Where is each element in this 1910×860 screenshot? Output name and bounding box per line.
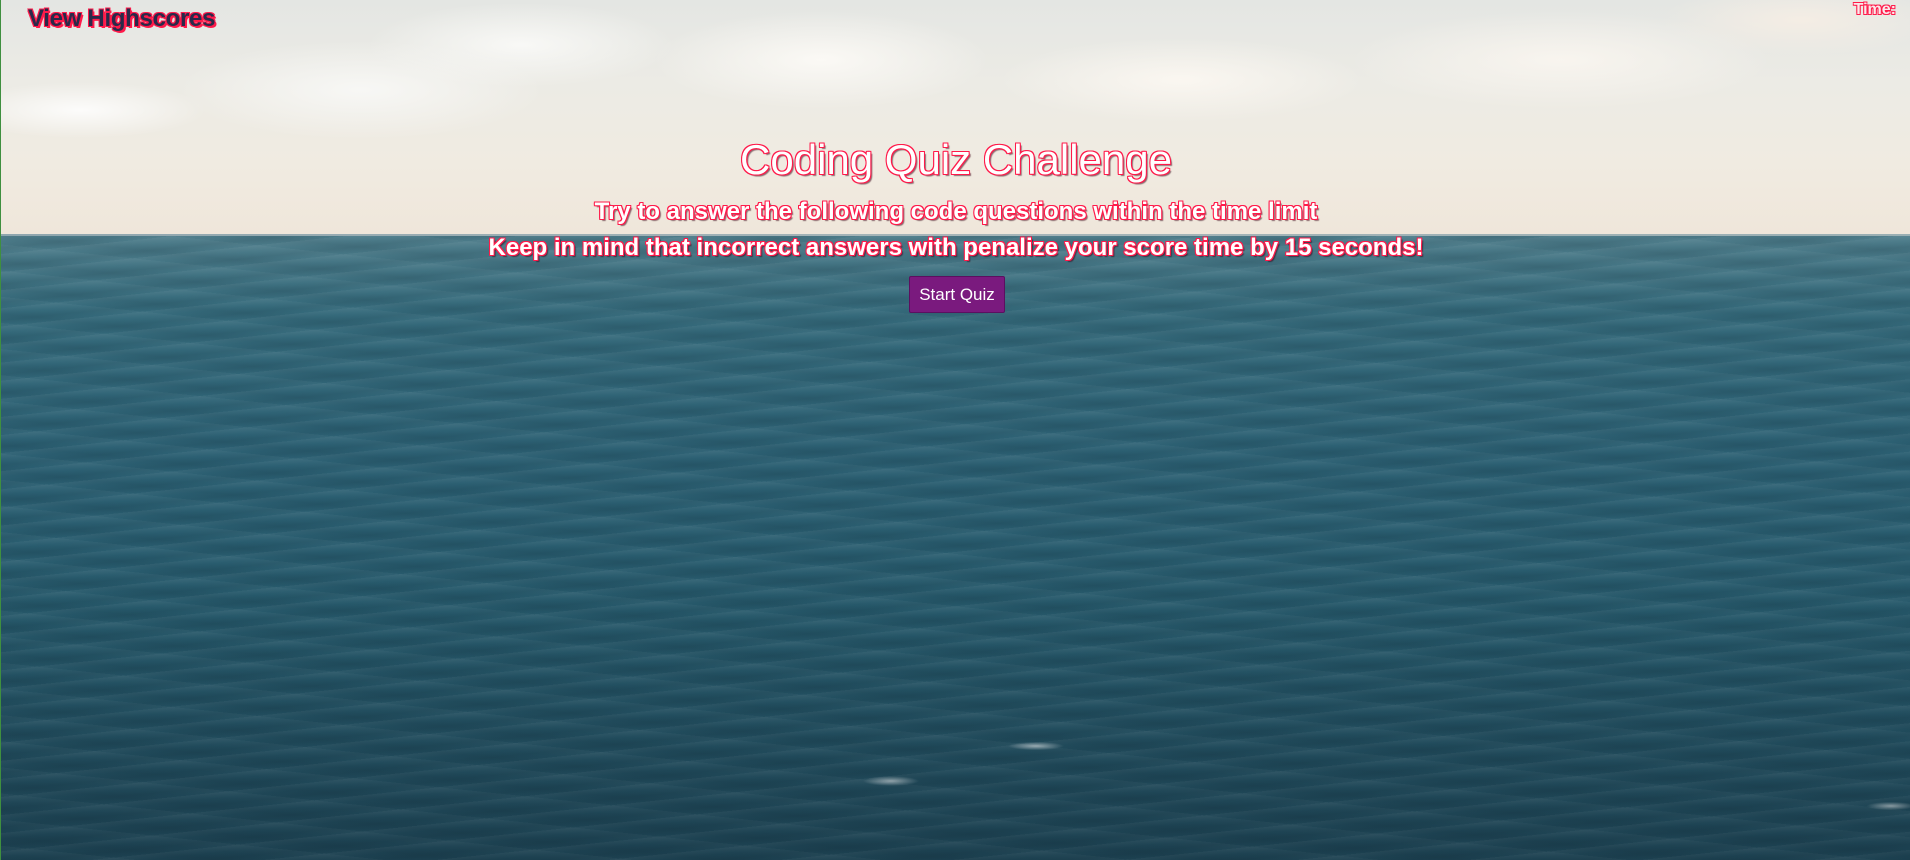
intro-section: Coding Quiz Challenge Try to answer the …: [1, 134, 1910, 313]
page-title: Coding Quiz Challenge: [740, 136, 1172, 183]
intro-line-penalty: Keep in mind that incorrect answers with…: [488, 234, 1424, 261]
start-quiz-button[interactable]: Start Quiz: [909, 276, 1005, 313]
start-button-container: Start Quiz: [1, 276, 1910, 313]
sea-shade: [1, 560, 1910, 860]
view-highscores-link[interactable]: View Highscores: [28, 5, 215, 33]
ocean-background-image: [1, 0, 1910, 860]
timer-label: Time:: [1853, 1, 1896, 18]
intro-line-time-limit: Try to answer the following code questio…: [594, 198, 1318, 225]
